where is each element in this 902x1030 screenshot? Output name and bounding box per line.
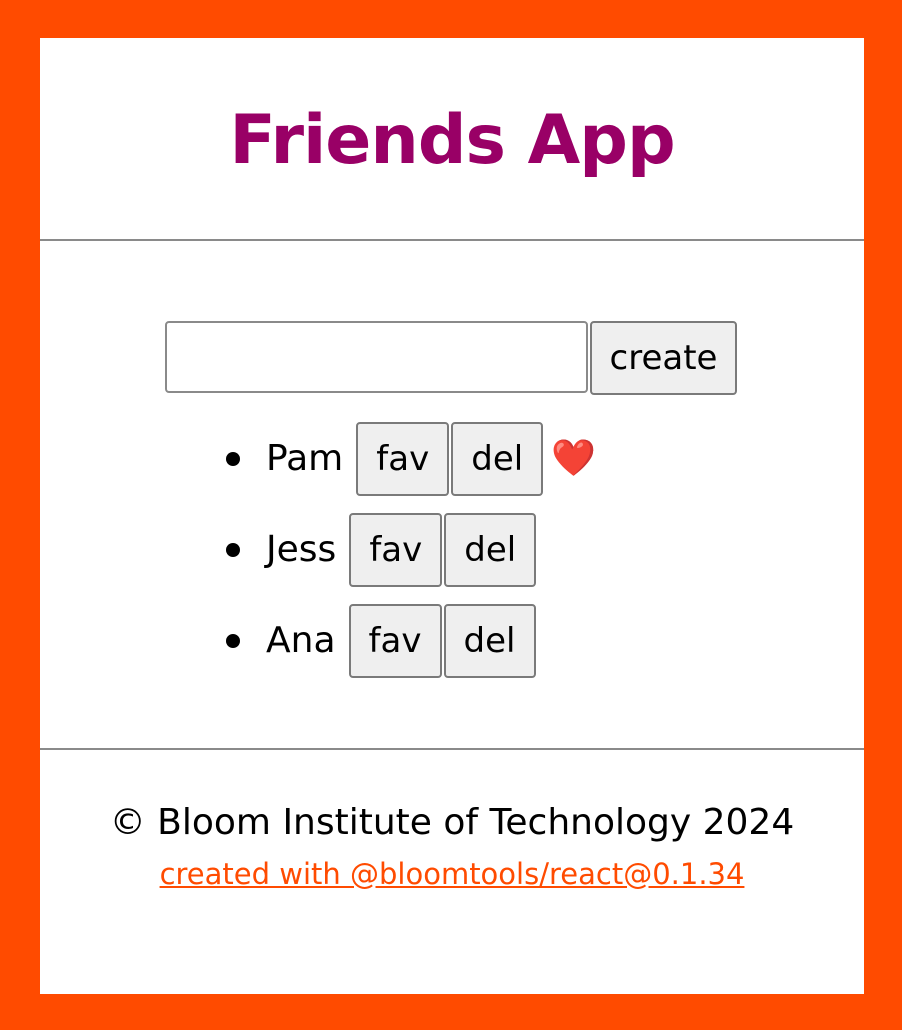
app-card: Friends App create Pam fav del ❤️ Jess f… bbox=[40, 38, 864, 994]
bullet-icon bbox=[226, 633, 240, 648]
friend-name-input[interactable] bbox=[165, 321, 588, 393]
friend-name: Jess bbox=[266, 529, 337, 570]
main-section: create Pam fav del ❤️ Jess fav del Ana f… bbox=[40, 241, 864, 750]
app-header: Friends App bbox=[40, 38, 864, 241]
del-button[interactable]: del bbox=[443, 603, 536, 678]
list-item: Ana fav del bbox=[226, 595, 596, 686]
create-button[interactable]: create bbox=[590, 321, 737, 395]
bloomtools-credit-link[interactable]: created with @bloomtools/react@0.1.34 bbox=[160, 857, 745, 891]
bullet-icon bbox=[226, 451, 240, 466]
friend-name: Pam bbox=[266, 438, 344, 479]
app-footer: © Bloom Institute of Technology 2024 cre… bbox=[40, 750, 864, 891]
page-title: Friends App bbox=[229, 101, 675, 180]
list-item: Pam fav del ❤️ bbox=[226, 413, 596, 504]
create-friend-form: create bbox=[165, 321, 737, 395]
del-button[interactable]: del bbox=[444, 512, 537, 587]
bullet-icon bbox=[226, 542, 240, 557]
copyright-text: © Bloom Institute of Technology 2024 bbox=[109, 802, 795, 843]
list-item: Jess fav del bbox=[226, 504, 596, 595]
fav-button[interactable]: fav bbox=[356, 421, 450, 496]
fav-button[interactable]: fav bbox=[348, 603, 442, 678]
fav-button[interactable]: fav bbox=[349, 512, 443, 587]
del-button[interactable]: del bbox=[451, 421, 544, 496]
heart-icon: ❤️ bbox=[551, 437, 597, 479]
friend-name: Ana bbox=[266, 620, 336, 661]
friends-list: Pam fav del ❤️ Jess fav del Ana fav del bbox=[226, 413, 596, 686]
